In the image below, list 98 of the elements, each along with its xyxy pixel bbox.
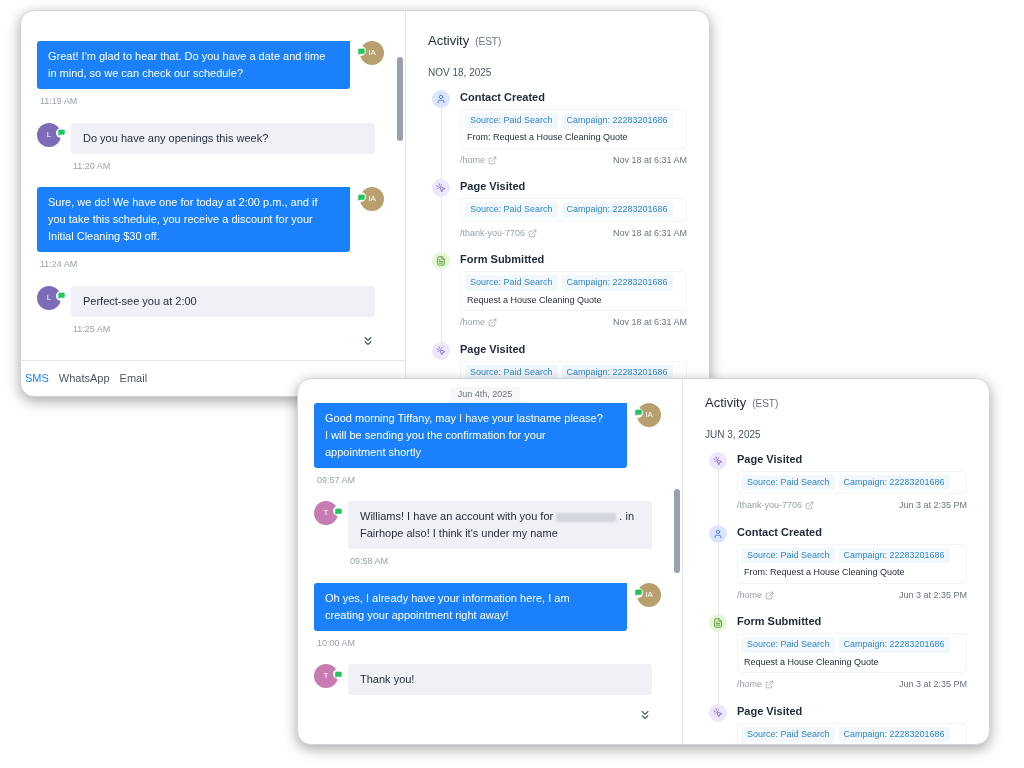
scrollbar[interactable] — [397, 57, 403, 141]
tag: Campaign: 22283201686 — [561, 275, 673, 291]
message-time: 10:00 AM — [317, 636, 357, 650]
date-heading: NOV 18, 2025 — [428, 65, 493, 80]
cursor-click-icon — [432, 179, 450, 197]
event-title: Contact Created — [737, 524, 823, 539]
tag: Campaign: 22283201686 — [561, 112, 673, 128]
event-time: Jun 3 at 2:35 PM — [898, 678, 967, 691]
cursor-click-icon — [432, 341, 450, 360]
channel-tab[interactable]: Email — [119, 370, 148, 387]
external-link-icon[interactable] — [488, 318, 497, 328]
external-link-icon[interactable] — [765, 680, 774, 690]
chat-badge-icon — [356, 192, 366, 202]
event-title: Page Visited — [737, 703, 804, 718]
message-text: Williams! I have an account with you for . in Fairhope also! I think it's under my name — [360, 509, 635, 541]
tag: Source: Paid Search — [742, 547, 835, 563]
tag: Campaign: 22283201686 — [838, 637, 950, 653]
event-title: Page Visited — [460, 179, 527, 193]
chat-badge-icon — [333, 506, 343, 516]
message-text: Perfect-see you at 2:00 — [83, 293, 198, 309]
page-path: /home — [460, 316, 485, 329]
message-text: Sure, we do! We have one for today at 2:00 p.m., and if you take this schedule, you receive a discount for your Initial Cleaning $30 off. — [48, 195, 319, 244]
date-heading: JUN 3, 2025 — [705, 427, 762, 442]
message-time: 11:24 AM — [40, 258, 79, 271]
external-link-icon[interactable] — [528, 228, 538, 238]
page-path: /home — [737, 588, 762, 602]
event-detail: Request a House Cleaning Quote — [743, 655, 880, 669]
message-text: Great! I'm glad to hear that. Do you have a date and time in mind, so we can check our schedule? — [48, 49, 326, 81]
scroll-down-icon[interactable] — [638, 708, 652, 722]
event-time: Nov 18 at 6:31 AM — [612, 153, 687, 167]
avatar: IA — [360, 187, 384, 211]
page-path: /home — [737, 678, 762, 691]
page-path: /thank-you-7706 — [737, 499, 803, 512]
event-detail: From: Request a House Cleaning Quote — [466, 131, 629, 144]
message-time: 09:58 AM — [350, 555, 390, 568]
panel-title: Activity — [705, 394, 747, 412]
tag: Campaign: 22283201686 — [838, 547, 950, 563]
form-icon — [709, 614, 727, 632]
message-time: 11:19 AM — [40, 95, 79, 108]
timezone-label: (EST) — [752, 397, 779, 411]
avatar: IA — [637, 582, 661, 607]
event-time: Jun 3 at 2:35 PM — [898, 499, 967, 512]
chat-badge-icon — [633, 407, 643, 418]
message-text: Oh yes, I already have your information here, I am creating your appointment right away! — [325, 590, 571, 623]
message-time: 11:25 AM — [73, 322, 112, 336]
event-title: Form Submitted — [460, 252, 546, 266]
chat-badge-icon — [633, 587, 643, 598]
timezone-label: (EST) — [475, 35, 502, 49]
redaction-blur — [556, 512, 617, 522]
person-icon — [432, 89, 450, 108]
event-detail: Request a House Cleaning Quote — [466, 293, 603, 307]
event-detail: From: Request a House Cleaning Quote — [743, 566, 906, 579]
avatar: T — [314, 664, 338, 688]
message-text: Good morning Tiffany, may I have your lastname please? I will be sending you the confirmation for your appointment shortly — [325, 410, 603, 460]
chat-badge-icon — [356, 46, 366, 56]
tag: Source: Paid Search — [742, 474, 835, 490]
cursor-click-icon — [709, 703, 727, 722]
tag: Source: Paid Search — [465, 112, 558, 128]
message-time: 09:57 AM — [317, 473, 357, 487]
avatar: IA — [637, 402, 661, 427]
event-title: Form Submitted — [737, 614, 823, 628]
panel-title: Activity — [428, 32, 470, 50]
event-time: Jun 3 at 2:35 PM — [898, 588, 967, 602]
event-time: Nov 18 at 6:31 AM — [612, 226, 687, 240]
external-link-icon[interactable] — [805, 501, 815, 511]
avatar: T — [314, 501, 338, 525]
scrollbar[interactable] — [674, 489, 680, 573]
event-title: Page Visited — [460, 341, 527, 356]
external-link-icon[interactable] — [488, 155, 497, 165]
person-icon — [709, 524, 727, 543]
channel-tab[interactable]: WhatsApp — [58, 370, 110, 387]
tag: Source: Paid Search — [742, 726, 835, 742]
external-link-icon[interactable] — [765, 590, 774, 600]
event-title: Contact Created — [460, 89, 546, 104]
page-path: /home — [460, 153, 485, 167]
date-chip: Jun 4th, 2025 — [449, 387, 521, 403]
scroll-down-icon[interactable] — [361, 334, 375, 348]
tag: Source: Paid Search — [465, 202, 558, 218]
avatar: L — [37, 285, 61, 310]
tag: Source: Paid Search — [742, 637, 835, 653]
page-path: /thank-you-7706 — [460, 226, 526, 240]
tag: Campaign: 22283201686 — [561, 202, 673, 218]
chat-badge-icon — [333, 669, 343, 679]
event-title: Page Visited — [737, 451, 804, 466]
message-text: Thank you! — [360, 672, 416, 687]
avatar: IA — [360, 41, 384, 65]
tag: Campaign: 22283201686 — [838, 474, 950, 490]
tag: Source: Paid Search — [465, 275, 558, 291]
message-time: 11:20 AM — [73, 159, 112, 173]
cursor-click-icon — [709, 451, 727, 470]
avatar: L — [37, 122, 61, 147]
tag: Campaign: 22283201686 — [838, 726, 950, 742]
message-text: Do you have any openings this week? — [83, 130, 270, 146]
chat-badge-icon — [56, 127, 66, 138]
event-time: Nov 18 at 6:31 AM — [612, 316, 687, 329]
channel-tab[interactable]: SMS — [25, 370, 49, 387]
form-icon — [432, 252, 450, 270]
chat-badge-icon — [56, 290, 66, 301]
